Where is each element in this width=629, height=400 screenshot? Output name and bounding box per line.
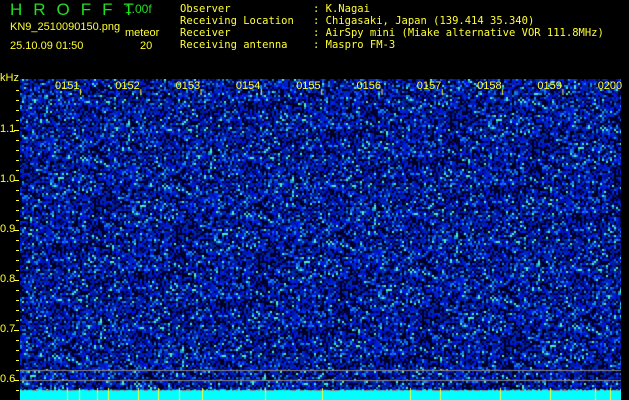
y-tick-mark	[16, 290, 19, 291]
info-colon: :	[313, 15, 326, 27]
y-tick-mark	[16, 390, 19, 391]
info-label: Receiver	[180, 27, 231, 39]
info-row: Receiving Location: Chigasaki, Japan (13…	[180, 15, 604, 27]
info-label: Receiving antenna	[180, 39, 288, 51]
time-tick-label: 0155	[296, 80, 321, 92]
time-tick-label: 0151	[55, 80, 80, 92]
y-tick-mark	[16, 200, 19, 201]
y-tick-mark	[16, 120, 19, 121]
y-tick-mark	[14, 180, 19, 181]
y-tick-mark	[16, 340, 19, 341]
time-tick-label: 0157	[416, 80, 442, 92]
y-tick-mark	[16, 140, 19, 141]
y-tick-mark	[16, 300, 19, 301]
y-tick-mark	[16, 170, 19, 171]
station-info: Observer: K.Nagai Receiving Location: Chi…	[180, 3, 604, 51]
y-tick-mark	[16, 320, 19, 321]
y-tick-mark	[16, 210, 19, 211]
y-tick-mark	[14, 130, 19, 131]
y-tick-label: 1.1	[0, 123, 16, 135]
version: 1.00f	[125, 2, 152, 16]
y-tick-mark	[14, 330, 19, 331]
datetime: 25.10.09 01:50	[10, 40, 84, 52]
time-tick-label: 0200	[597, 80, 623, 92]
filename: KN9_2510090150.png	[10, 21, 121, 33]
info-value: Chigasaki, Japan (139.414 35.340)	[325, 15, 535, 27]
info-value: Maspro FM-3	[325, 39, 396, 51]
y-tick-mark	[16, 310, 19, 311]
y-tick-mark	[14, 230, 19, 231]
y-tick-mark	[16, 360, 19, 361]
time-tick-label: 0156	[356, 80, 381, 92]
time-tick-label: 0158	[477, 80, 502, 92]
y-tick-label: 0.8	[0, 273, 16, 285]
y-tick-mark	[16, 190, 19, 191]
y-tick-label: 1.0	[0, 173, 16, 185]
info-colon: :	[313, 39, 326, 51]
meteor-label: meteor	[125, 27, 160, 39]
y-tick-mark	[14, 280, 19, 281]
info-value: AirSpy mini (Miake alternative VOR 111.8…	[325, 27, 604, 39]
axis-unit: kHz	[0, 72, 19, 84]
info-colon: :	[313, 3, 326, 15]
y-tick-mark	[16, 110, 19, 111]
info-label: Observer	[180, 3, 231, 15]
y-tick-mark	[16, 270, 19, 271]
info-label: Receiving Location	[180, 15, 294, 27]
y-tick-label: 0.6	[0, 373, 16, 385]
time-tick-label: 0154	[235, 80, 261, 92]
y-tick-mark	[16, 250, 19, 251]
info-row: Receiver: AirSpy mini (Miake alternative…	[180, 27, 604, 39]
y-tick-mark	[16, 150, 19, 151]
info-value: K.Nagai	[325, 3, 370, 15]
y-tick-mark	[16, 240, 19, 241]
y-tick-mark	[16, 260, 19, 261]
info-row: Observer: K.Nagai	[180, 3, 604, 15]
y-tick-mark	[16, 90, 19, 91]
info-row: Receiving antenna: Maspro FM-3	[180, 39, 604, 51]
y-tick-label: 0.9	[0, 223, 16, 235]
y-tick-mark	[16, 100, 19, 101]
meteor-count: 20	[140, 40, 153, 52]
spectrogram	[20, 79, 621, 400]
y-tick-mark	[16, 370, 19, 371]
time-tick-label: 0153	[175, 80, 201, 92]
y-tick-mark	[14, 380, 19, 381]
info-colon: :	[313, 27, 326, 39]
y-tick-label: 0.7	[0, 323, 16, 335]
y-tick-mark	[16, 160, 19, 161]
time-tick-label: 0159	[537, 80, 562, 92]
y-tick-mark	[16, 220, 19, 221]
y-tick-mark	[16, 350, 19, 351]
time-tick-label: 0152	[115, 80, 140, 92]
